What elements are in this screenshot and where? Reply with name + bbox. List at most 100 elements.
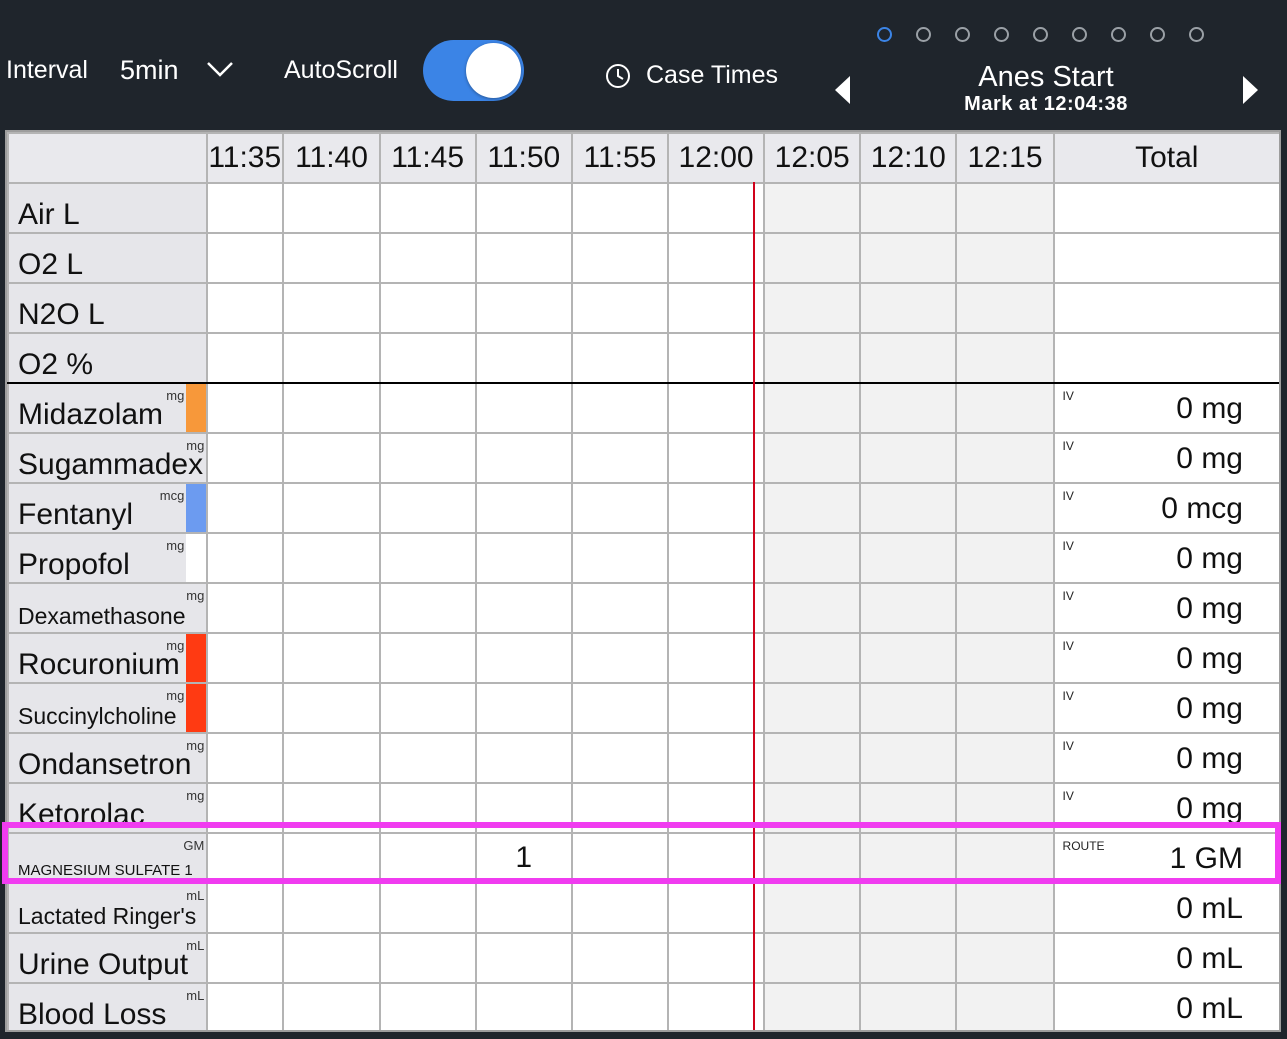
time-cell[interactable]: [666, 682, 766, 734]
row-label-cell[interactable]: N2O L: [7, 282, 209, 334]
time-cell[interactable]: [666, 782, 766, 834]
total-cell[interactable]: [1052, 232, 1279, 284]
time-cell[interactable]: [763, 532, 862, 584]
time-cell[interactable]: [570, 582, 669, 634]
time-cell[interactable]: [474, 532, 573, 584]
time-cell[interactable]: [859, 482, 958, 534]
time-cell[interactable]: [206, 332, 285, 384]
total-cell[interactable]: IV 0 mg: [1052, 432, 1279, 484]
time-cell[interactable]: [859, 832, 958, 884]
time-cell[interactable]: [378, 732, 477, 784]
row-label-cell[interactable]: Propofol mg: [7, 532, 209, 584]
time-cell[interactable]: [570, 432, 669, 484]
time-cell[interactable]: [206, 382, 285, 434]
time-cell[interactable]: [282, 782, 381, 834]
time-cell[interactable]: [570, 282, 669, 334]
time-cell[interactable]: [955, 582, 1055, 634]
time-cell[interactable]: [666, 582, 766, 634]
time-cell[interactable]: [378, 832, 477, 884]
time-cell[interactable]: [666, 282, 766, 334]
time-cell[interactable]: [282, 532, 381, 584]
table-row[interactable]: Rocuronium mg IV 0 mg: [7, 632, 1279, 684]
time-cell[interactable]: [282, 282, 381, 334]
time-cell[interactable]: [474, 282, 573, 334]
time-cell[interactable]: [570, 482, 669, 534]
time-cell[interactable]: [474, 782, 573, 834]
time-cell[interactable]: [666, 182, 766, 234]
time-cell[interactable]: [763, 632, 862, 684]
time-cell[interactable]: [570, 832, 669, 884]
time-cell[interactable]: [763, 482, 862, 534]
autoscroll-toggle[interactable]: [423, 40, 524, 101]
time-cell[interactable]: [378, 182, 477, 234]
time-cell[interactable]: [955, 782, 1055, 834]
time-cell[interactable]: [763, 182, 862, 234]
time-cell[interactable]: [763, 282, 862, 334]
time-cell[interactable]: [206, 482, 285, 534]
time-cell[interactable]: [474, 382, 573, 434]
time-cell[interactable]: [378, 532, 477, 584]
time-cell[interactable]: [955, 382, 1055, 434]
time-cell[interactable]: [859, 532, 958, 584]
time-cell[interactable]: [763, 432, 862, 484]
time-cell[interactable]: [206, 832, 285, 884]
time-cell[interactable]: [378, 482, 477, 534]
time-cell[interactable]: [378, 382, 477, 434]
page-dot[interactable]: [955, 27, 970, 42]
row-label-cell[interactable]: Midazolam mg: [7, 382, 209, 434]
time-cell[interactable]: [859, 332, 958, 384]
time-cell[interactable]: [570, 232, 669, 284]
time-cell[interactable]: [955, 282, 1055, 334]
time-cell[interactable]: 1: [474, 832, 573, 884]
page-indicator[interactable]: [877, 27, 1217, 44]
time-cell[interactable]: [378, 232, 477, 284]
table-row[interactable]: O2 L: [7, 232, 1279, 284]
time-cell[interactable]: [859, 432, 958, 484]
time-cell[interactable]: [474, 332, 573, 384]
time-cell[interactable]: [570, 782, 669, 834]
time-cell[interactable]: [666, 632, 766, 684]
time-cell[interactable]: [282, 682, 381, 734]
time-cell[interactable]: [666, 732, 766, 784]
time-cell[interactable]: [955, 532, 1055, 584]
table-row[interactable]: Fentanyl mcg IV 0 mcg: [7, 482, 1279, 534]
time-cell[interactable]: [955, 432, 1055, 484]
table-row[interactable]: Propofol mg IV 0 mg: [7, 532, 1279, 584]
time-cell[interactable]: [763, 382, 862, 434]
time-cell[interactable]: [206, 682, 285, 734]
time-cell[interactable]: [859, 382, 958, 434]
time-cell[interactable]: [859, 182, 958, 234]
total-cell[interactable]: IV 0 mg: [1052, 682, 1279, 734]
time-cell[interactable]: [666, 932, 766, 984]
time-cell[interactable]: [763, 782, 862, 834]
total-cell[interactable]: 0 mL: [1052, 982, 1279, 1030]
time-cell[interactable]: [206, 982, 285, 1030]
time-cell[interactable]: [474, 182, 573, 234]
total-cell[interactable]: IV 0 mg: [1052, 382, 1279, 434]
time-cell[interactable]: [859, 582, 958, 634]
total-cell[interactable]: IV 0 mg: [1052, 532, 1279, 584]
row-label-cell[interactable]: MAGNESIUM SULFATE 1 GM: [7, 832, 209, 884]
time-cell[interactable]: [570, 682, 669, 734]
time-cell[interactable]: [378, 882, 477, 934]
time-cell[interactable]: [859, 982, 958, 1030]
total-cell[interactable]: [1052, 282, 1279, 334]
total-cell[interactable]: IV 0 mg: [1052, 732, 1279, 784]
time-cell[interactable]: [570, 532, 669, 584]
table-row[interactable]: Ondansetron mg IV 0 mg: [7, 732, 1279, 784]
time-cell[interactable]: [282, 582, 381, 634]
time-cell[interactable]: [763, 682, 862, 734]
time-cell[interactable]: [282, 982, 381, 1030]
row-label-cell[interactable]: Rocuronium mg: [7, 632, 209, 684]
previous-arrow-icon[interactable]: [835, 76, 850, 104]
time-cell[interactable]: [666, 382, 766, 434]
time-cell[interactable]: [955, 632, 1055, 684]
time-cell[interactable]: [282, 232, 381, 284]
time-cell[interactable]: [474, 632, 573, 684]
row-label-cell[interactable]: Blood Loss mL: [7, 982, 209, 1030]
table-row[interactable]: Lactated Ringer's mL 0 mL: [7, 882, 1279, 934]
page-dot[interactable]: [1033, 27, 1048, 42]
page-dot[interactable]: [916, 27, 931, 42]
time-cell[interactable]: [282, 482, 381, 534]
table-row[interactable]: Dexamethasone mg IV 0 mg: [7, 582, 1279, 634]
